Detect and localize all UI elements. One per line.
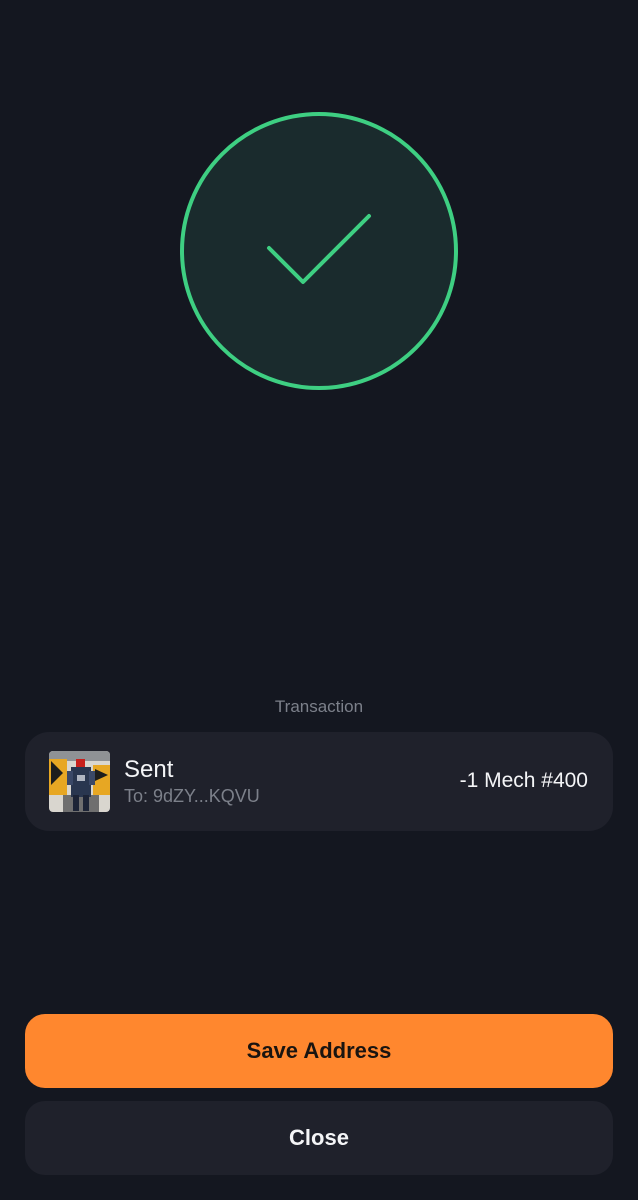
section-label-transaction: Transaction (274, 697, 364, 716)
transaction-card[interactable]: Sent To: 9dZY...KQVU -1 Mech #400 (25, 732, 613, 831)
save-address-button[interactable]: Save Address (25, 1014, 613, 1088)
success-indicator (180, 112, 458, 390)
transaction-title: Sent (124, 756, 174, 783)
nft-thumbnail-image (49, 751, 110, 812)
transaction-recipient: To: 9dZY...KQVU (124, 786, 260, 806)
check-circle-icon (180, 112, 458, 390)
close-button[interactable]: Close (25, 1101, 613, 1175)
transaction-amount: -1 Mech #400 (459, 769, 588, 792)
